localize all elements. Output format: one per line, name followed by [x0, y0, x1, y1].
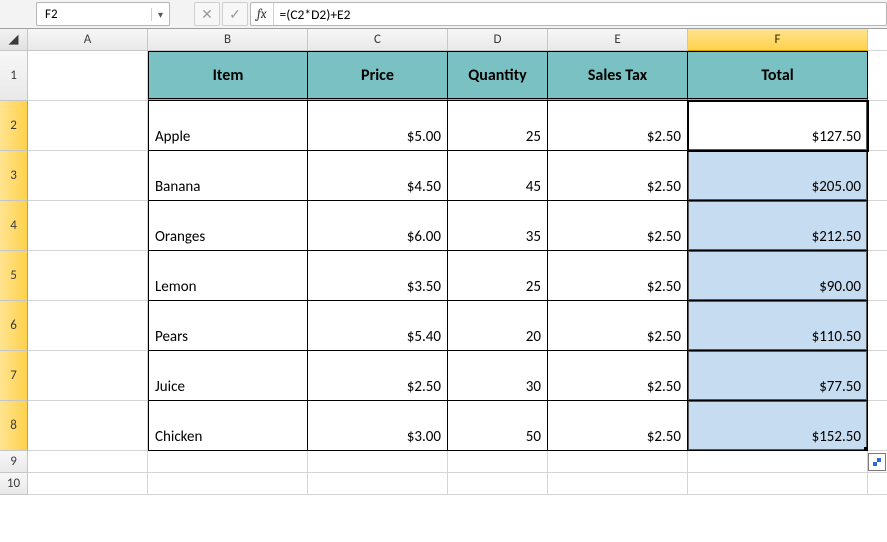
- cell-item-4[interactable]: Oranges: [148, 201, 308, 251]
- cell-qty-4[interactable]: 35: [448, 201, 548, 251]
- cell-item-6[interactable]: Pears: [148, 301, 308, 351]
- cell-gutter-4: [868, 201, 887, 251]
- row-header-1[interactable]: 1: [0, 51, 28, 101]
- cell-empty-10-4[interactable]: [548, 473, 688, 495]
- cell-empty-10-5[interactable]: [688, 473, 868, 495]
- cell-gutter-9: [868, 451, 887, 473]
- cell-gutter-2: [868, 101, 887, 151]
- cell-tax-4[interactable]: $2.50: [548, 201, 688, 251]
- col-header-E[interactable]: E: [548, 29, 688, 51]
- cell-tax-2[interactable]: $2.50: [548, 101, 688, 151]
- cell-tax-8[interactable]: $2.50: [548, 401, 688, 451]
- row-header-8[interactable]: 8: [0, 401, 28, 451]
- cell-tax-7[interactable]: $2.50: [548, 351, 688, 401]
- cell-A3[interactable]: [28, 151, 148, 201]
- cell-empty-9-4[interactable]: [548, 451, 688, 473]
- cell-empty-10-2[interactable]: [308, 473, 448, 495]
- formula-bar: F2 ▾ ✕ ✓ fx: [0, 0, 887, 29]
- cell-total-4[interactable]: $212.50: [688, 201, 868, 251]
- row-header-4[interactable]: 4: [0, 201, 28, 251]
- cell-price-2[interactable]: $5.00: [308, 101, 448, 151]
- col-header-D[interactable]: D: [448, 29, 548, 51]
- header-qty[interactable]: Quantity: [448, 51, 548, 101]
- cell-tax-5[interactable]: $2.50: [548, 251, 688, 301]
- cell-A1[interactable]: [28, 51, 148, 101]
- header-tax[interactable]: Sales Tax: [548, 51, 688, 101]
- cell-total-5[interactable]: $90.00: [688, 251, 868, 301]
- cell-empty-10-1[interactable]: [148, 473, 308, 495]
- cell-price-4[interactable]: $6.00: [308, 201, 448, 251]
- cell-A7[interactable]: [28, 351, 148, 401]
- chevron-down-icon[interactable]: ▾: [151, 8, 169, 21]
- header-item[interactable]: Item: [148, 51, 308, 101]
- fx-icon[interactable]: fx: [251, 3, 274, 25]
- cell-tax-3[interactable]: $2.50: [548, 151, 688, 201]
- name-box-value: F2: [37, 7, 151, 22]
- cell-qty-6[interactable]: 20: [448, 301, 548, 351]
- cell-empty-10-3[interactable]: [448, 473, 548, 495]
- cell-A5[interactable]: [28, 251, 148, 301]
- cell-empty-9-0[interactable]: [28, 451, 148, 473]
- cell-item-7[interactable]: Juice: [148, 351, 308, 401]
- row-header-9[interactable]: 9: [0, 451, 28, 473]
- col-header-A[interactable]: A: [28, 29, 148, 51]
- col-header-C[interactable]: C: [308, 29, 448, 51]
- autofill-options-icon[interactable]: [868, 453, 886, 471]
- cell-qty-7[interactable]: 30: [448, 351, 548, 401]
- row-header-7[interactable]: 7: [0, 351, 28, 401]
- cell-item-3[interactable]: Banana: [148, 151, 308, 201]
- cell-price-7[interactable]: $2.50: [308, 351, 448, 401]
- cell-qty-2[interactable]: 25: [448, 101, 548, 151]
- row-header-5[interactable]: 5: [0, 251, 28, 301]
- col-header-B[interactable]: B: [148, 29, 308, 51]
- formula-input-wrap[interactable]: fx: [250, 2, 887, 26]
- cell-total-2[interactable]: $127.50: [688, 101, 868, 151]
- header-total[interactable]: Total: [688, 51, 868, 101]
- cell-price-6[interactable]: $5.40: [308, 301, 448, 351]
- cell-qty-3[interactable]: 45: [448, 151, 548, 201]
- cell-price-3[interactable]: $4.50: [308, 151, 448, 201]
- formula-input[interactable]: [274, 6, 887, 23]
- row-header-2[interactable]: 2: [0, 101, 28, 151]
- cell-item-5[interactable]: Lemon: [148, 251, 308, 301]
- cell-tax-6[interactable]: $2.50: [548, 301, 688, 351]
- cell-qty-8[interactable]: 50: [448, 401, 548, 451]
- cell-empty-10-0[interactable]: [28, 473, 148, 495]
- select-all-corner[interactable]: ◢: [0, 29, 28, 51]
- cell-qty-5[interactable]: 25: [448, 251, 548, 301]
- cell-total-6[interactable]: $110.50: [688, 301, 868, 351]
- cell-total-7[interactable]: $77.50: [688, 351, 868, 401]
- cell-item-8[interactable]: Chicken: [148, 401, 308, 451]
- accept-formula-button: ✓: [222, 2, 248, 26]
- row-header-6[interactable]: 6: [0, 301, 28, 351]
- spreadsheet-grid[interactable]: ◢ A B C D E F 1 Item Price Quantity Sale…: [0, 29, 887, 495]
- col-gutter: [868, 29, 887, 51]
- cell-price-5[interactable]: $3.50: [308, 251, 448, 301]
- name-box[interactable]: F2 ▾: [36, 2, 170, 26]
- row-header-3[interactable]: 3: [0, 151, 28, 201]
- col-header-F[interactable]: F: [688, 29, 868, 51]
- cell-total-8[interactable]: $152.50: [688, 401, 868, 451]
- cell-gutter-5: [868, 251, 887, 301]
- cell-gutter-3: [868, 151, 887, 201]
- cell-gutter-1: [868, 51, 887, 101]
- cell-item-2[interactable]: Apple: [148, 101, 308, 151]
- cell-empty-9-2[interactable]: [308, 451, 448, 473]
- cell-empty-9-3[interactable]: [448, 451, 548, 473]
- cell-gutter-8: [868, 401, 887, 451]
- cell-A2[interactable]: [28, 101, 148, 151]
- cell-A6[interactable]: [28, 301, 148, 351]
- header-price[interactable]: Price: [308, 51, 448, 101]
- cell-gutter-10: [868, 473, 887, 495]
- cell-gutter-6: [868, 301, 887, 351]
- cell-A4[interactable]: [28, 201, 148, 251]
- cell-price-8[interactable]: $3.00: [308, 401, 448, 451]
- cell-A8[interactable]: [28, 401, 148, 451]
- cell-gutter-7: [868, 351, 887, 401]
- cancel-formula-button: ✕: [194, 2, 220, 26]
- cell-empty-9-5[interactable]: [688, 451, 868, 473]
- cell-total-3[interactable]: $205.00: [688, 151, 868, 201]
- cell-empty-9-1[interactable]: [148, 451, 308, 473]
- row-header-10[interactable]: 10: [0, 473, 28, 495]
